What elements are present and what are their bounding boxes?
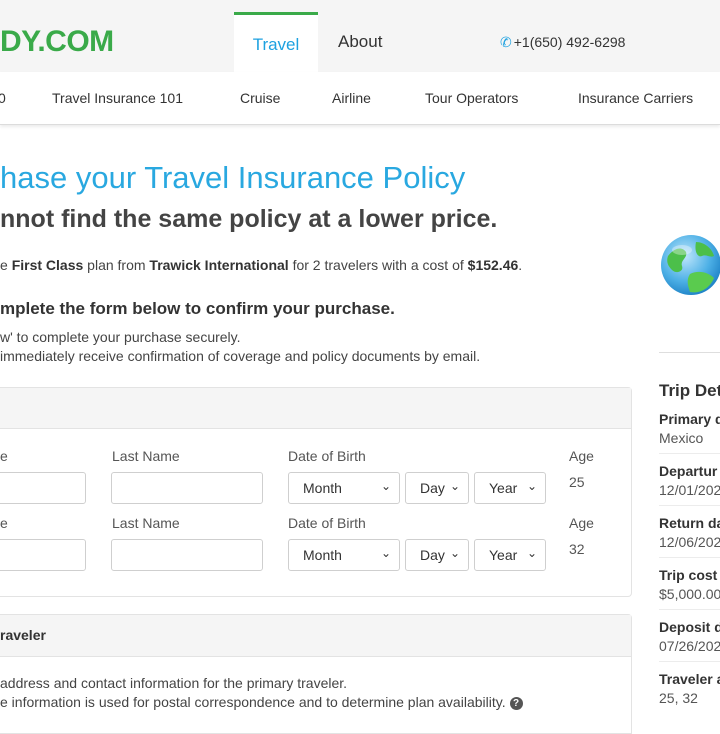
instructions-heading: mplete the form below to confirm your pu… [0,299,395,318]
trip-cost-value: $5,000.00 [659,586,720,602]
page-subtitle: nnot find the same policy at a lower pri… [0,205,498,233]
trip-cost-label: Trip cost [659,567,718,583]
dob-year-select[interactable]: Year ⌄ [474,472,546,504]
primary-traveler-heading: raveler [0,627,46,643]
plan-name: First Class [11,257,84,273]
sidebar-separator [659,557,720,558]
subnav-item-travel-insurance-101[interactable]: Travel Insurance 101 [52,90,183,106]
deposit-date-value: 07/26/202 [659,638,720,654]
dob-month-select[interactable]: Month ⌄ [288,472,400,504]
chevron-down-icon: ⌄ [526,546,537,560]
sidebar-separator [659,609,720,610]
subnav-item-tour-operators[interactable]: Tour Operators [425,90,518,106]
primary-traveler-header [0,615,631,657]
subnav-item-cut[interactable]: 0 [0,90,6,106]
primary-traveler-line-1: address and contact information for the … [0,675,348,691]
subnav-item-airline[interactable]: Airline [332,90,371,106]
last-name-input[interactable] [111,539,263,571]
return-date-value: 12/06/202 [659,534,720,550]
chevron-down-icon: ⌄ [449,546,460,560]
site-logo[interactable]: DY.COM [0,26,114,58]
primary-destination-label: Primary d [659,411,720,427]
age-value: 32 [569,541,585,557]
chevron-down-icon: ⌄ [380,546,391,560]
globe-icon [660,234,720,296]
phone-link[interactable]: ✆ +1(650) 492-6298 [500,34,625,51]
tab-travel[interactable]: Travel [234,12,318,72]
last-name-input[interactable] [111,472,263,504]
sidebar-separator [659,505,720,506]
dob-label: Date of Birth [288,448,366,464]
tab-about[interactable]: About [338,32,382,52]
chevron-down-icon: ⌄ [526,479,537,493]
policy-price: $152.46 [467,257,519,273]
sidebar-separator [659,453,720,454]
last-name-label: Last Name [112,515,180,531]
primary-traveler-line-2: e information is used for postal corresp… [0,694,523,710]
sidebar-separator [659,661,720,662]
primary-destination-value: Mexico [659,430,704,446]
traveler-form-header [0,388,631,429]
return-date-label: Return da [659,515,720,531]
last-name-label: Last Name [112,448,180,464]
help-icon[interactable]: ? [509,697,523,710]
dob-label: Date of Birth [288,515,366,531]
dob-year-select[interactable]: Year ⌄ [474,539,546,571]
dob-day-select[interactable]: Day ⌄ [405,472,469,504]
subnav-item-cruise[interactable]: Cruise [240,90,280,106]
chevron-down-icon: ⌄ [449,479,460,493]
first-name-label: e [0,448,8,464]
first-name-input[interactable] [0,539,86,571]
traveler-ages-label: Traveler a [659,671,720,687]
page-title: hase your Travel Insurance Policy [0,160,466,195]
departure-value: 12/01/202 [659,482,720,498]
dob-day-select[interactable]: Day ⌄ [405,539,469,571]
age-label: Age [569,448,594,464]
sidebar-divider [659,352,720,353]
sub-navigation: 0 Travel Insurance 101 Cruise Airline To… [0,72,720,125]
carrier-name: Trawick International [149,257,289,273]
subnav-item-insurance-carriers[interactable]: Insurance Carriers [578,90,693,106]
tab-travel-label: Travel [252,35,300,54]
departure-label: Departur [659,463,718,479]
trip-details-title: Trip Det [659,381,720,400]
age-value: 25 [569,474,585,490]
instruction-line-1: w' to complete your purchase securely. [0,329,241,345]
phone-icon: ✆ [500,34,512,50]
traveler-ages-value: 25, 32 [659,690,698,706]
dob-month-select[interactable]: Month ⌄ [288,539,400,571]
first-name-label: e [0,515,8,531]
policy-summary: e First Class plan from Trawick Internat… [0,257,523,273]
phone-number: +1(650) 492-6298 [513,34,626,50]
deposit-date-label: Deposit d [659,619,720,635]
first-name-input[interactable] [0,472,86,504]
instruction-line-2: immediately receive confirmation of cove… [0,348,481,364]
age-label: Age [569,515,594,531]
chevron-down-icon: ⌄ [380,479,391,493]
